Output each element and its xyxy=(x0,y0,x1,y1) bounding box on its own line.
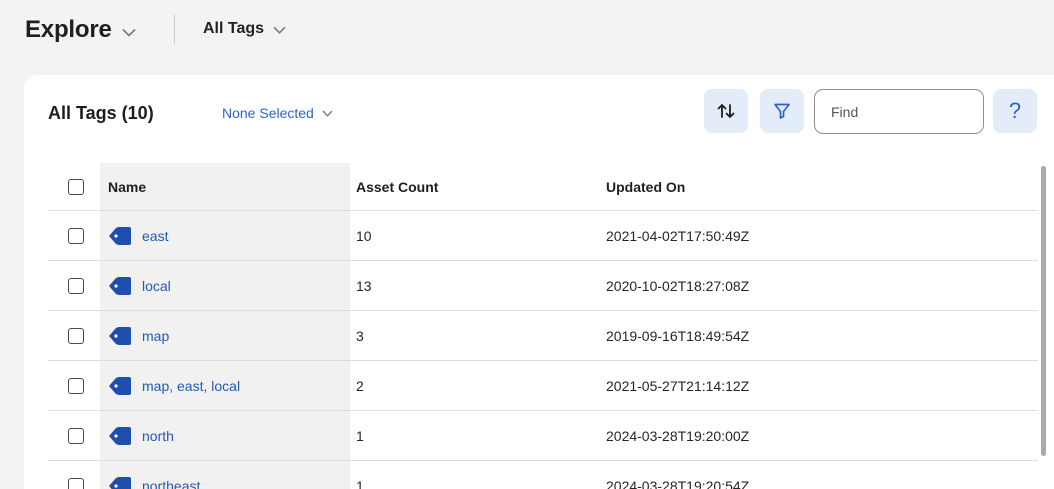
asset-count-cell: 10 xyxy=(356,227,372,244)
table-row: north 1 2024-03-28T19:20:00Z xyxy=(48,411,1038,461)
asset-count-cell: 13 xyxy=(356,277,372,294)
row-checkbox-cell xyxy=(68,261,84,310)
asset-count-cell: 1 xyxy=(356,427,364,444)
row-checkbox-cell xyxy=(68,361,84,410)
row-checkbox-cell xyxy=(68,461,84,489)
selection-label: None Selected xyxy=(222,105,314,121)
asset-count-cell: 2 xyxy=(356,377,364,394)
tag-icon xyxy=(109,276,131,295)
filter-icon xyxy=(774,103,790,119)
explore-menu[interactable]: Explore xyxy=(25,16,136,44)
tag-icon xyxy=(109,326,131,345)
top-bar: Explore All Tags xyxy=(0,0,1054,62)
table-header: Name Asset Count Updated On xyxy=(48,163,1038,211)
table-row: east 10 2021-04-02T17:50:49Z xyxy=(48,211,1038,261)
sort-icon xyxy=(717,104,735,118)
column-header-updated-on[interactable]: Updated On xyxy=(606,163,685,210)
table-row: map, east, local 2 2021-05-27T21:14:12Z xyxy=(48,361,1038,411)
row-checkbox-cell xyxy=(68,211,84,260)
tag-icon xyxy=(109,476,131,489)
table-row: map 3 2019-09-16T18:49:54Z xyxy=(48,311,1038,361)
asset-count-cell: 3 xyxy=(356,327,364,344)
updated-on-cell: 2020-10-02T18:27:08Z xyxy=(606,277,750,294)
scope-label: All Tags xyxy=(203,20,265,37)
row-checkbox[interactable] xyxy=(68,427,84,444)
row-checkbox[interactable] xyxy=(68,477,84,489)
name-cell: map, east, local xyxy=(108,361,240,410)
header-divider xyxy=(174,14,175,44)
row-checkbox-cell xyxy=(68,411,84,460)
tag-name-link[interactable]: north xyxy=(142,428,174,444)
tag-name-link[interactable]: east xyxy=(142,228,168,244)
asset-count-cell: 1 xyxy=(356,477,364,489)
row-checkbox[interactable] xyxy=(68,227,84,244)
tag-name-link[interactable]: map, east, local xyxy=(142,378,240,394)
tag-icon xyxy=(109,226,131,245)
chevron-down-icon xyxy=(322,110,333,117)
row-checkbox[interactable] xyxy=(68,377,84,394)
tag-name-link[interactable]: local xyxy=(142,278,171,294)
column-header-name[interactable]: Name xyxy=(108,163,146,210)
vertical-scrollbar[interactable] xyxy=(1041,166,1046,456)
row-checkbox[interactable] xyxy=(68,327,84,344)
name-cell: east xyxy=(108,211,168,260)
updated-on-cell: 2024-03-28T19:20:00Z xyxy=(606,427,750,444)
chevron-down-icon xyxy=(273,26,286,34)
updated-on-cell: 2024-03-28T19:20:54Z xyxy=(606,477,750,489)
select-all-checkbox[interactable] xyxy=(68,178,84,195)
find-input[interactable] xyxy=(814,89,984,134)
tag-name-link[interactable]: northeast xyxy=(142,478,200,489)
scope-dropdown[interactable]: All Tags xyxy=(203,20,286,38)
filter-button[interactable] xyxy=(760,89,804,133)
tag-icon xyxy=(109,426,131,445)
table-row: local 13 2020-10-02T18:27:08Z xyxy=(48,261,1038,311)
selection-dropdown[interactable]: None Selected xyxy=(222,105,333,121)
chevron-down-icon xyxy=(122,28,136,37)
tag-name-link[interactable]: map xyxy=(142,328,169,344)
explore-label: Explore xyxy=(25,16,112,43)
column-header-asset-count[interactable]: Asset Count xyxy=(356,163,438,210)
row-checkbox[interactable] xyxy=(68,277,84,294)
name-cell: north xyxy=(108,411,174,460)
updated-on-cell: 2019-09-16T18:49:54Z xyxy=(606,327,750,344)
updated-on-cell: 2021-05-27T21:14:12Z xyxy=(606,377,750,394)
table-row: northeast 1 2024-03-28T19:20:54Z xyxy=(48,461,1038,489)
name-cell: northeast xyxy=(108,461,200,489)
name-cell: map xyxy=(108,311,169,360)
tag-icon xyxy=(109,376,131,395)
updated-on-cell: 2021-04-02T17:50:49Z xyxy=(606,227,750,244)
sort-button[interactable] xyxy=(704,89,748,133)
row-checkbox-cell xyxy=(68,311,84,360)
help-button[interactable]: ? xyxy=(993,89,1037,133)
select-all-cell xyxy=(68,163,84,210)
name-cell: local xyxy=(108,261,171,310)
panel-title: All Tags (10) xyxy=(48,103,154,123)
